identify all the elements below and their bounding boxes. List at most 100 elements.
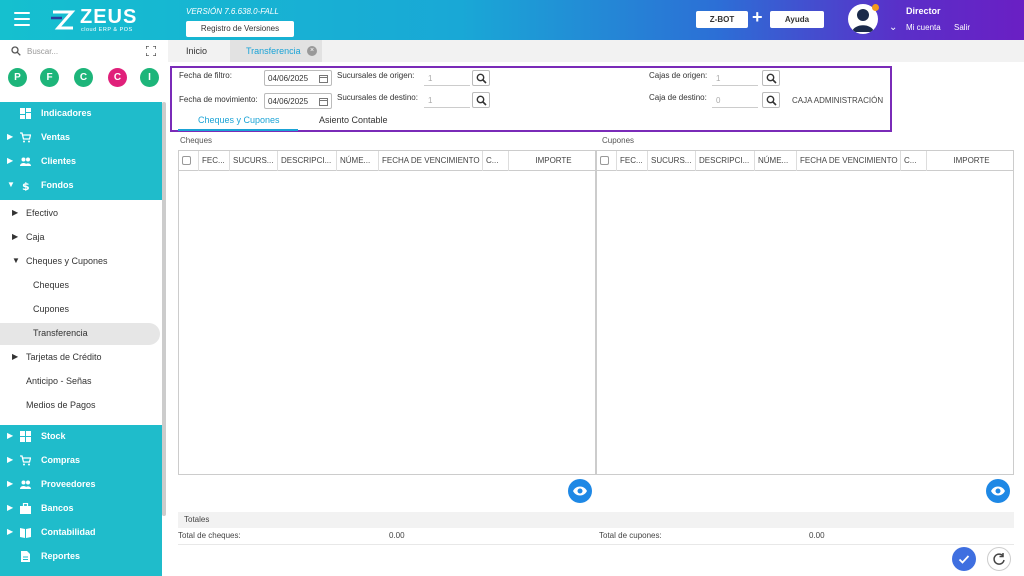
sidebar-label: Stock bbox=[41, 431, 66, 441]
calendar-icon[interactable] bbox=[319, 74, 328, 83]
sidebar-item-fondos[interactable]: ▼ $ Fondos bbox=[0, 174, 162, 198]
sidebar-item-clientes[interactable]: ▶ Clientes bbox=[0, 150, 162, 174]
cupones-view-button[interactable] bbox=[986, 479, 1010, 503]
fecha-filtro-input[interactable]: 04/06/2025 bbox=[264, 70, 332, 86]
sidebar-item-cupones[interactable]: Cupones bbox=[0, 298, 162, 322]
chevron-down-icon[interactable]: ⌄ bbox=[889, 22, 897, 33]
sucursales-origen-input[interactable]: 1 bbox=[424, 70, 470, 86]
book-icon bbox=[20, 528, 31, 538]
subtab-asiento-contable[interactable]: Asiento Contable bbox=[319, 115, 388, 125]
mi-cuenta-link[interactable]: Mi cuenta bbox=[906, 23, 941, 32]
column-header[interactable]: FEC... bbox=[616, 151, 648, 171]
fecha-filtro-label: Fecha de filtro: bbox=[179, 71, 232, 80]
column-header[interactable]: IMPORTE bbox=[927, 151, 1013, 171]
cheques-view-button[interactable] bbox=[568, 479, 592, 503]
sidebar-label: Cheques y Cupones bbox=[26, 256, 108, 266]
caja-destino-name: CAJA ADMINISTRACIÓN bbox=[792, 96, 884, 105]
sucursales-destino-search-button[interactable] bbox=[472, 92, 490, 108]
dashboard-icon bbox=[20, 108, 31, 119]
search-input[interactable]: Buscar... bbox=[27, 47, 58, 56]
sidebar-item-compras[interactable]: ▶ Compras bbox=[0, 449, 162, 473]
field-value: 1 bbox=[428, 96, 433, 105]
cajas-origen-input[interactable]: 1 bbox=[712, 70, 758, 86]
sidebar-label: Fondos bbox=[41, 180, 74, 190]
cajas-origen-search-button[interactable] bbox=[762, 70, 780, 86]
sidebar-item-cheques-cupones[interactable]: ▼ Cheques y Cupones bbox=[0, 250, 162, 274]
totales-header: Totales bbox=[178, 512, 1014, 528]
confirm-button[interactable] bbox=[952, 547, 976, 571]
sidebar-scrollbar[interactable] bbox=[162, 102, 166, 516]
field-value: 0 bbox=[716, 96, 721, 105]
version-label: VERSIÓN 7.6.638.0-FALL bbox=[186, 7, 279, 16]
sidebar-label: Cheques bbox=[33, 280, 70, 290]
cart-plus-icon bbox=[20, 455, 31, 466]
sidebar-item-cheques[interactable]: Cheques bbox=[0, 274, 162, 298]
caja-destino-input[interactable]: 0 bbox=[712, 92, 758, 108]
sidebar-item-transferencia[interactable]: Transferencia bbox=[0, 323, 160, 345]
column-header[interactable]: IMPORTE bbox=[509, 151, 595, 171]
sidebar-label: Indicadores bbox=[41, 108, 92, 118]
fecha-movimiento-input[interactable]: 04/06/2025 bbox=[264, 93, 332, 109]
cheques-panel-title: Cheques bbox=[180, 136, 213, 145]
sidebar-label: Anticipo - Señas bbox=[26, 376, 92, 386]
column-header[interactable]: FEC... bbox=[198, 151, 230, 171]
sidebar-item-ventas[interactable]: ▶ Ventas bbox=[0, 126, 162, 150]
sidebar-item-anticipo[interactable]: Anticipo - Señas bbox=[0, 370, 162, 394]
quick-i-button[interactable]: I bbox=[140, 68, 159, 87]
menu-icon[interactable] bbox=[14, 12, 30, 26]
quick-p-button[interactable]: P bbox=[8, 68, 27, 87]
caret-right-icon: ▶ bbox=[7, 479, 14, 488]
sidebar-item-efectivo[interactable]: ▶ Efectivo bbox=[0, 202, 162, 226]
fullscreen-icon[interactable] bbox=[146, 46, 156, 56]
sidebar-item-tarjetas[interactable]: ▶ Tarjetas de Crédito bbox=[0, 346, 162, 370]
quick-f-button[interactable]: F bbox=[40, 68, 59, 87]
sidebar-item-bancos[interactable]: ▶ Bancos bbox=[0, 497, 162, 521]
sidebar-item-caja[interactable]: ▶ Caja bbox=[0, 226, 162, 250]
close-icon[interactable]: × bbox=[307, 46, 317, 56]
column-header[interactable]: DESCRIPCI... bbox=[278, 151, 337, 171]
sucursales-origen-search-button[interactable] bbox=[472, 70, 490, 86]
column-header[interactable]: NÚME... bbox=[337, 151, 379, 171]
total-cupones-label: Total de cupones: bbox=[599, 531, 662, 540]
column-header[interactable]: NÚME... bbox=[755, 151, 797, 171]
cheques-grid-header: FEC... SUCURS... DESCRIPCI... NÚME... FE… bbox=[179, 151, 595, 171]
check-icon bbox=[958, 555, 970, 564]
total-cheques-value: 0.00 bbox=[389, 531, 405, 540]
tab-inicio[interactable]: Inicio bbox=[186, 46, 207, 56]
column-header[interactable]: FECHA DE VENCIMIENTO bbox=[797, 151, 901, 171]
calendar-icon[interactable] bbox=[319, 97, 328, 106]
column-header[interactable]: SUCURS... bbox=[648, 151, 696, 171]
column-header[interactable]: FECHA DE VENCIMIENTO bbox=[379, 151, 483, 171]
sidebar-item-medios[interactable]: Medios de Pagos bbox=[0, 394, 162, 418]
select-all-checkbox[interactable] bbox=[182, 156, 191, 165]
sidebar-label: Contabilidad bbox=[41, 527, 96, 537]
quick-c2-button[interactable]: C bbox=[108, 68, 127, 87]
ayuda-button[interactable]: Ayuda bbox=[770, 11, 824, 28]
tab-transferencia[interactable]: Transferencia × bbox=[230, 40, 322, 62]
sidebar-item-indicadores[interactable]: Indicadores bbox=[0, 102, 162, 126]
sidebar-search[interactable]: Buscar... bbox=[0, 40, 162, 64]
sidebar-item-reportes[interactable]: Reportes bbox=[0, 545, 162, 569]
sidebar-item-stock[interactable]: ▶ Stock bbox=[0, 425, 162, 449]
date-value: 04/06/2025 bbox=[268, 74, 309, 83]
sidebar-item-proveedores[interactable]: ▶ Proveedores bbox=[0, 473, 162, 497]
refresh-button[interactable] bbox=[987, 547, 1011, 571]
quick-c-button[interactable]: C bbox=[74, 68, 93, 87]
column-header[interactable]: SUCURS... bbox=[230, 151, 278, 171]
select-all-checkbox[interactable] bbox=[600, 156, 609, 165]
salir-link[interactable]: Salir bbox=[954, 23, 970, 32]
caret-down-icon: ▼ bbox=[12, 256, 20, 265]
column-header[interactable]: C... bbox=[483, 151, 509, 171]
zbot-button[interactable]: Z-BOT bbox=[696, 11, 748, 28]
cajas-origen-label: Cajas de origen: bbox=[649, 71, 708, 80]
people-icon bbox=[20, 157, 31, 166]
caja-destino-search-button[interactable] bbox=[762, 92, 780, 108]
sidebar-label: Tarjetas de Crédito bbox=[26, 352, 102, 362]
sucursales-destino-input[interactable]: 1 bbox=[424, 92, 470, 108]
registro-versiones-button[interactable]: Registro de Versiones bbox=[186, 21, 294, 37]
sidebar-item-contabilidad[interactable]: ▶ Contabilidad bbox=[0, 521, 162, 545]
search-icon bbox=[766, 95, 777, 106]
column-header[interactable]: C... bbox=[901, 151, 927, 171]
column-header[interactable]: DESCRIPCI... bbox=[696, 151, 755, 171]
subtab-cheques-cupones[interactable]: Cheques y Cupones bbox=[198, 115, 280, 125]
